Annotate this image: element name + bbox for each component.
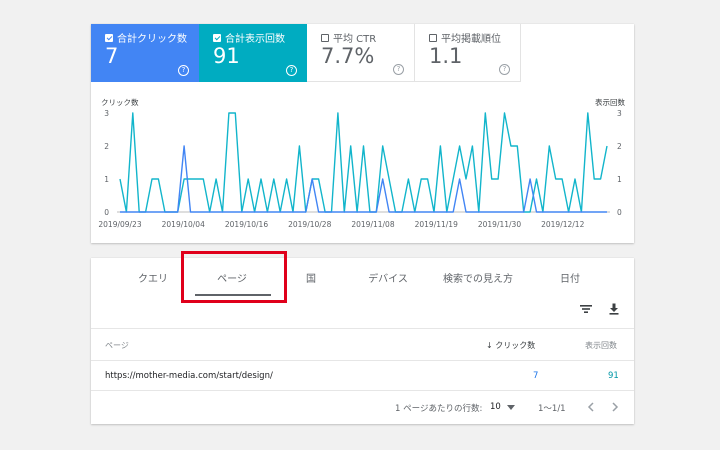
tab-query[interactable]: クエリ [138,270,168,285]
divider [91,390,634,391]
dimension-tabs: クエリ ページ 国 デバイス 検索での見え方 日付 [91,258,634,298]
x-tick-label: 2019/11/30 [478,220,521,229]
tab-device[interactable]: デバイス [368,270,408,285]
filter-icon[interactable] [579,302,593,316]
help-icon[interactable]: ? [286,65,297,76]
download-icon[interactable] [607,302,621,316]
next-page-icon[interactable] [611,402,619,412]
x-tick-label: 2019/11/08 [351,220,394,229]
pagination-range: 1〜1/1 [538,404,566,414]
column-header-clicks-label: クリック数 [495,341,536,350]
x-tick-label: 2019/12/12 [541,220,584,229]
x-tick-label: 2019/10/04 [162,220,205,229]
highlight-box [181,251,287,303]
prev-page-icon[interactable] [587,402,595,412]
metric-label: 合計クリック数 [117,34,187,45]
help-icon[interactable]: ? [178,65,189,76]
metric-total-clicks[interactable]: 合計クリック数 7 ? [91,24,199,82]
y-tick-right: 3 [617,109,622,118]
metric-total-impressions[interactable]: 合計表示回数 91 ? [199,24,307,82]
rows-per-page-label: 1 ページあたりの行数: [395,404,483,414]
metric-value: 91 [213,44,240,68]
x-tick-label: 2019/11/19 [415,220,458,229]
y-tick-left: 2 [104,142,109,151]
y-tick-right: 2 [617,142,622,151]
rows-per-page-value: 10 [490,402,501,412]
y-tick-left: 3 [104,109,109,118]
row-clicks: 7 [533,371,539,381]
metric-value: 7.7% [321,44,375,68]
y-axis-left-title: クリック数 [101,97,139,107]
rows-per-page-select[interactable]: 10 [490,402,501,412]
tab-country[interactable]: 国 [306,270,316,285]
performance-chart: クリック数 表示回数 0 0 1 1 2 2 3 3 2019/09/23 2019/10/04 201… [98,97,625,229]
divider [91,360,634,361]
y-tick-left: 0 [104,208,109,217]
help-icon[interactable]: ? [393,64,404,75]
y-tick-left: 1 [104,175,109,184]
checkbox-checked-icon[interactable] [105,33,113,42]
checkbox-unchecked-icon[interactable] [321,33,329,42]
metric-label: 平均 CTR [333,34,377,45]
x-tick-label: 2019/09/23 [98,220,141,229]
y-tick-right: 0 [617,208,622,217]
y-axis-right-title: 表示回数 [595,97,625,107]
x-tick-label: 2019/10/28 [288,220,331,229]
column-header-clicks[interactable]: ↓ クリック数 [486,340,535,351]
tab-search-appearance[interactable]: 検索での見え方 [443,270,513,285]
metric-average-position[interactable]: 平均掲載順位 1.1 ? [415,24,521,82]
metric-value: 1.1 [429,44,463,68]
metric-label: 合計表示回数 [225,34,285,45]
column-header-page[interactable]: ページ [105,340,129,351]
metric-value: 7 [105,44,119,68]
checkbox-unchecked-icon[interactable] [429,33,437,42]
dimension-table-card: クエリ ページ 国 デバイス 検索での見え方 日付 [91,258,634,424]
sort-arrow-icon: ↓ [486,341,493,350]
y-tick-right: 1 [617,175,622,184]
metric-average-ctr[interactable]: 平均 CTR 7.7% ? [307,24,415,82]
x-tick-label: 2019/10/16 [225,220,268,229]
column-header-impressions[interactable]: 表示回数 [585,340,617,351]
dropdown-arrow-icon[interactable] [507,405,515,411]
divider [91,328,634,329]
row-impressions: 91 [608,371,619,381]
checkbox-checked-icon[interactable] [213,33,221,42]
help-icon[interactable]: ? [499,64,510,75]
tab-date[interactable]: 日付 [560,270,580,285]
metric-label: 平均掲載順位 [441,34,501,45]
row-page-url[interactable]: https://mother-media.com/start/design/ [105,371,273,381]
performance-card: 合計クリック数 7 ? 合計表示回数 91 ? 平均 CTR 7.7% ? 平均… [91,24,634,243]
